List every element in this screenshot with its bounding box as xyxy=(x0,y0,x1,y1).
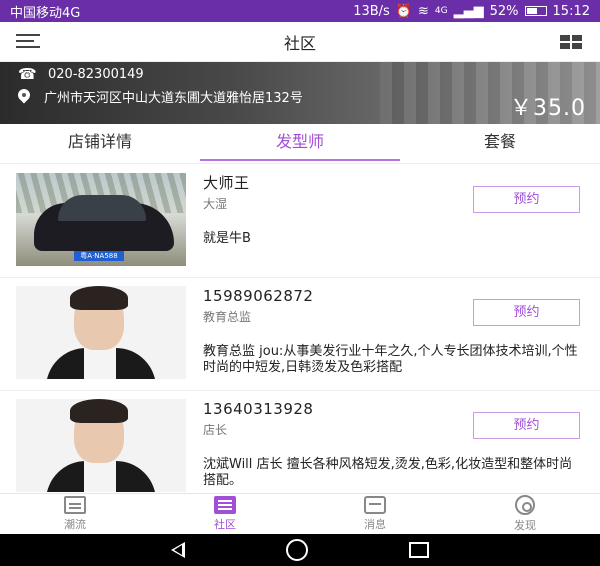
stylist-list[interactable]: 粤A·NA588 大师王 大湿 就是牛B 预约 15989062872 教育总监… xyxy=(0,165,600,493)
license-plate: 粤A·NA588 xyxy=(74,251,124,261)
network-speed: 13B/s xyxy=(353,3,390,19)
battery-fill xyxy=(526,8,537,14)
alarm-icon: ⏰ xyxy=(395,3,413,19)
system-nav-bar xyxy=(0,534,600,566)
tab-stylists[interactable]: 发型师 xyxy=(200,124,400,163)
battery-icon xyxy=(524,6,547,16)
book-button[interactable]: 预约 xyxy=(473,412,580,439)
portrait-image xyxy=(16,286,186,379)
stylist-description: 就是牛B xyxy=(203,231,251,246)
store-banner: 020-82300149 广州市天河区中山大道东圃大道雅怡居132号 ￥35.0 xyxy=(0,62,600,124)
nav-label: 社区 xyxy=(214,518,236,531)
carrier-label: 中国移动4G xyxy=(10,5,81,21)
stylist-photo: 粤A·NA588 xyxy=(16,173,186,266)
list-item[interactable]: 粤A·NA588 大师王 大湿 就是牛B 预约 xyxy=(0,165,600,278)
stylist-description: 沈斌Will 店长 擅长各种风格短发,烫发,色彩,化妆造型和整体时尚搭配。 xyxy=(203,457,573,488)
book-button[interactable]: 预约 xyxy=(473,299,580,326)
store-address-row[interactable]: 广州市天河区中山大道东圃大道雅怡居132号 xyxy=(18,87,303,106)
list-item[interactable]: 13640313928 店长 沈斌Will 店长 擅长各种风格短发,烫发,色彩,… xyxy=(0,391,600,493)
page-title: 社区 xyxy=(283,33,316,53)
discover-icon xyxy=(515,495,535,515)
stylist-photo xyxy=(16,286,186,379)
status-bar: 中国移动4G 13B/s ⏰ ≋ 4G ▂▄▆ 52% 15:12 xyxy=(0,0,600,22)
nav-item-discover[interactable]: 发现 xyxy=(450,494,600,534)
store-price: ￥35.0 xyxy=(510,96,586,121)
list-item[interactable]: 15989062872 教育总监 教育总监 jou:从事美发行业十年之久,个人专… xyxy=(0,278,600,391)
phone-icon xyxy=(18,66,34,82)
home-icon[interactable] xyxy=(285,539,308,561)
nav-label: 潮流 xyxy=(64,518,86,531)
battery-percent: 52% xyxy=(489,3,519,19)
bottom-nav: 潮流 社区 消息 发现 xyxy=(0,493,600,534)
clock: 15:12 xyxy=(552,3,590,19)
tab-store-details[interactable]: 店铺详情 xyxy=(0,124,200,163)
nav-label: 发现 xyxy=(514,519,536,532)
back-icon[interactable] xyxy=(170,542,185,558)
app-header: 社区 xyxy=(0,22,600,62)
recent-apps-icon[interactable] xyxy=(409,542,430,558)
store-phone-row[interactable]: 020-82300149 xyxy=(18,66,144,82)
store-phone: 020-82300149 xyxy=(48,66,144,82)
status-icons: 13B/s ⏰ ≋ 4G ▂▄▆ 52% 15:12 xyxy=(353,4,590,19)
store-tabs: 店铺详情 发型师 套餐 xyxy=(0,124,600,164)
stylist-photo xyxy=(16,399,186,492)
nav-item-trend[interactable]: 潮流 xyxy=(0,494,150,534)
community-icon xyxy=(214,496,236,514)
location-pin-icon xyxy=(18,89,30,105)
portrait-image xyxy=(16,399,186,492)
nav-item-message[interactable]: 消息 xyxy=(300,494,450,534)
nav-item-community[interactable]: 社区 xyxy=(150,494,300,534)
wifi-icon: ≋ xyxy=(418,3,429,19)
book-button[interactable]: 预约 xyxy=(473,186,580,213)
store-address: 广州市天河区中山大道东圃大道雅怡居132号 xyxy=(44,91,303,106)
stylist-description: 教育总监 jou:从事美发行业十年之久,个人专长团体技术培训,个性时尚的中短发,… xyxy=(203,344,578,375)
menu-icon[interactable] xyxy=(16,34,40,48)
message-icon xyxy=(364,496,386,514)
grid-view-icon[interactable] xyxy=(560,35,582,49)
nav-label: 消息 xyxy=(364,518,386,531)
trend-icon xyxy=(64,496,86,514)
car-image: 粤A·NA588 xyxy=(16,173,186,266)
tab-packages[interactable]: 套餐 xyxy=(400,124,600,163)
signal-icon: ▂▄▆ xyxy=(453,3,484,19)
network-type: 4G xyxy=(434,6,448,16)
